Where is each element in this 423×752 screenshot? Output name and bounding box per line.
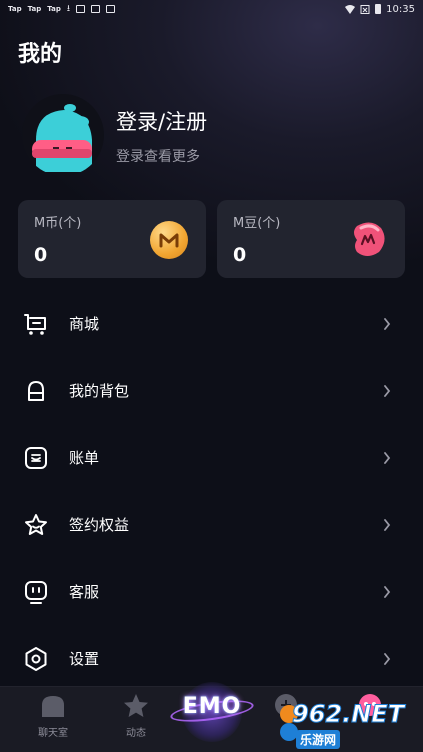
login-register-link[interactable]: 登录/注册 xyxy=(116,106,207,136)
watermark-brand: 962.NET xyxy=(291,700,405,729)
m-coin-label: M币(个) xyxy=(34,216,82,231)
site-watermark: 962.NET 乐游网 xyxy=(278,698,423,752)
nav-label: 动态 xyxy=(126,728,146,739)
chevron-right-icon xyxy=(384,317,391,330)
watermark-site: 乐游网 xyxy=(296,730,341,749)
m-bean-icon xyxy=(354,222,385,256)
status-bar: Tap Tap Tap ⭳ 10:35 xyxy=(0,0,423,18)
tap-notification-icon: Tap xyxy=(47,5,61,13)
nav-item-chatroom[interactable]: 聊天室 xyxy=(23,693,83,739)
status-right-icons: 10:35 xyxy=(345,4,415,15)
m-coin-value: 0 xyxy=(34,244,48,266)
cart-icon xyxy=(24,313,46,335)
wifi-icon xyxy=(345,4,356,14)
avatar-mascot-icon xyxy=(32,104,92,172)
m-bean-card[interactable]: M豆(个) 0 xyxy=(217,200,405,278)
chevron-right-icon xyxy=(384,652,391,665)
menu-label: 我的背包 xyxy=(69,382,130,400)
star-icon xyxy=(124,694,148,717)
menu-label: 商城 xyxy=(69,315,100,333)
bill-icon xyxy=(25,446,47,469)
m-bean-label: M豆(个) xyxy=(233,216,281,231)
menu-item-backpack[interactable]: 我的背包 xyxy=(0,357,423,424)
app-notification-icon xyxy=(105,5,115,13)
login-subtitle: 登录查看更多 xyxy=(116,149,200,165)
status-left-icons: Tap Tap Tap ⭳ xyxy=(8,1,115,17)
tap-notification-icon: Tap xyxy=(27,5,42,13)
chevron-right-icon xyxy=(384,518,391,531)
menu-item-contract-benefits[interactable]: 签约权益 xyxy=(0,491,423,558)
battery-icon xyxy=(375,4,382,14)
tap-notification-icon: Tap xyxy=(8,5,22,13)
backpack-icon xyxy=(28,380,44,401)
page-title: 我的 xyxy=(18,42,63,67)
chevron-right-icon xyxy=(384,585,391,598)
menu-item-customer-service[interactable]: 客服 xyxy=(0,558,423,625)
menu-label: 签约权益 xyxy=(69,516,130,534)
menu-item-shop[interactable]: 商城 xyxy=(0,290,423,357)
avatar[interactable] xyxy=(22,94,104,176)
menu-label: 客服 xyxy=(69,583,100,601)
service-icon xyxy=(25,580,47,604)
m-bean-value: 0 xyxy=(233,244,247,266)
m-coin-card[interactable]: M币(个) 0 xyxy=(18,200,206,278)
mail-icon xyxy=(75,5,85,13)
download-icon: ⭳ xyxy=(66,4,70,14)
home-icon xyxy=(42,696,64,717)
chevron-right-icon xyxy=(384,384,391,397)
center-emo-button[interactable]: EMO xyxy=(164,678,260,752)
menu-item-bill[interactable]: 账单 xyxy=(0,424,423,491)
nav-item-moments[interactable]: 动态 xyxy=(106,693,166,739)
menu-label: 设置 xyxy=(69,650,100,668)
m-coin-icon xyxy=(150,221,188,259)
image-icon xyxy=(90,5,100,13)
settings-icon xyxy=(25,646,47,671)
nav-label: 聊天室 xyxy=(38,728,68,739)
menu-label: 账单 xyxy=(69,449,100,467)
status-time: 10:35 xyxy=(386,3,415,15)
emo-logo: EMO xyxy=(182,694,242,719)
chevron-right-icon xyxy=(384,451,391,464)
no-sim-icon xyxy=(360,4,370,14)
star-badge-icon xyxy=(25,513,47,535)
